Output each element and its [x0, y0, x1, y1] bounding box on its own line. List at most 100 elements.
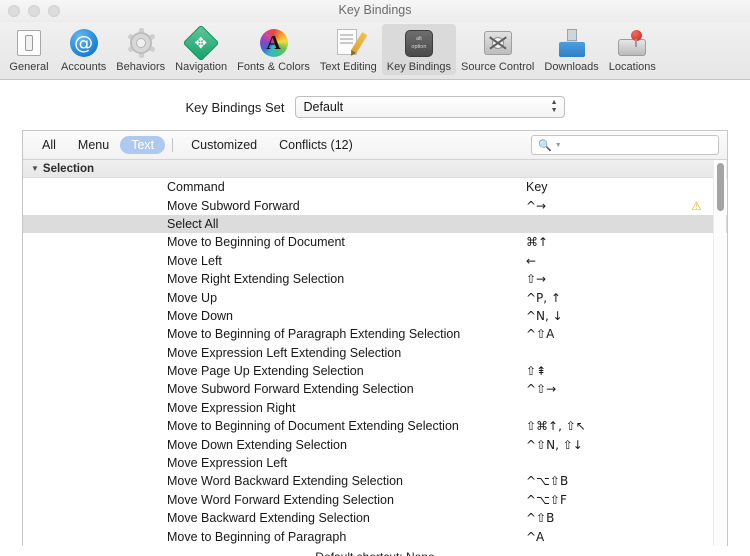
row-command: Move Subword Forward Extending Selection — [167, 382, 414, 397]
table-row[interactable]: Move Subword Forward ^→ ⚠ — [23, 196, 727, 214]
row-command: Move Expression Left Extending Selection — [167, 345, 402, 360]
chevron-down-icon[interactable]: ▼ — [555, 142, 562, 149]
row-key: ⌘↑ — [526, 235, 549, 250]
filter-tab-conflicts[interactable]: Conflicts (12) — [268, 136, 364, 154]
table-row[interactable]: Move to Beginning of Paragraph ^A — [23, 527, 727, 545]
key-bindings-set-row: Key Bindings Set Default ▲ ▼ — [0, 80, 750, 130]
key-bindings-icon: alt option — [403, 27, 435, 59]
footer-status: Default shortcut: None — [0, 545, 750, 556]
row-command: Move to Beginning of Paragraph — [167, 529, 347, 544]
filter-tab-menu[interactable]: Menu — [67, 136, 120, 154]
table-row[interactable]: Move Down Extending Selection ^⇧N, ⇧↓ — [23, 435, 727, 453]
table-row[interactable]: Move Expression Right — [23, 399, 727, 417]
row-key: ⇧→ — [526, 272, 547, 287]
column-header-command: Command — [167, 180, 225, 195]
locations-icon — [616, 27, 648, 59]
toolbar-label-accounts: Accounts — [61, 61, 107, 73]
table-row[interactable]: Select All — [23, 214, 727, 234]
row-command: Move Word Forward Extending Selection — [167, 492, 394, 507]
toolbar-item-general[interactable]: General — [2, 24, 56, 75]
search-input[interactable] — [564, 138, 712, 152]
chevron-updown-icon: ▲ ▼ — [550, 99, 558, 114]
row-key: ⇧⇞ — [526, 364, 547, 379]
filter-tab-text[interactable]: Text — [120, 136, 166, 154]
toolbar-label-behaviors: Behaviors — [116, 61, 166, 73]
toolbar-item-fonts-colors[interactable]: A Fonts & Colors — [232, 24, 315, 75]
general-icon — [13, 27, 45, 59]
row-command: Move Right Extending Selection — [167, 272, 345, 287]
table-row[interactable]: Move to Beginning of Document Extending … — [23, 417, 727, 435]
row-key: ^⌥⇧B — [526, 474, 569, 489]
preferences-window: Key Bindings General @ Accounts Behavior… — [0, 0, 750, 556]
table-row[interactable]: Move to Beginning of Paragraph Extending… — [23, 325, 727, 343]
window-titlebar: Key Bindings — [0, 0, 750, 22]
table-row[interactable]: Move Up ^P, ↑ — [23, 288, 727, 306]
toolbar-item-downloads[interactable]: Downloads — [539, 24, 603, 75]
source-control-icon — [482, 27, 514, 59]
key-icon-top-label: alt — [415, 35, 422, 42]
row-command: Move to Beginning of Paragraph Extending… — [167, 327, 461, 342]
row-key: ^N, ↓ — [526, 308, 563, 323]
row-key: ^⇧B — [526, 511, 555, 526]
filter-tab-customized[interactable]: Customized — [180, 136, 268, 154]
navigation-icon: ✥ — [182, 24, 220, 62]
key-bindings-set-value: Default — [303, 100, 344, 114]
row-command: Move to Beginning of Document Extending … — [167, 419, 459, 434]
group-header-label: Selection — [42, 162, 95, 175]
search-field[interactable]: 🔍 ▼ — [531, 135, 719, 155]
row-command: Move Word Backward Extending Selection — [167, 474, 403, 489]
toolbar-item-text-editing[interactable]: Text Editing — [315, 24, 382, 75]
row-command: Move Expression Right — [167, 400, 296, 415]
key-bindings-panel: All Menu Text Customized Conflicts (12) … — [22, 130, 728, 546]
key-bindings-set-popup[interactable]: Default ▲ ▼ — [294, 96, 565, 118]
toolbar-item-locations[interactable]: Locations — [604, 24, 661, 75]
bindings-list: ▼ Selection Command Key Move Subword For… — [23, 160, 727, 546]
toolbar-label-downloads: Downloads — [544, 61, 599, 73]
fonts-letter: A — [266, 32, 281, 54]
row-key: ^→ — [526, 198, 547, 213]
default-shortcut-text: Default shortcut: None — [315, 550, 434, 556]
group-header-selection[interactable]: ▼ Selection — [23, 160, 727, 178]
row-command: Move Backward Extending Selection — [167, 511, 370, 526]
toolbar-item-source-control[interactable]: Source Control — [456, 24, 539, 75]
row-key: ^⇧→ — [526, 382, 557, 397]
column-header-row: Command Key — [23, 178, 727, 196]
preferences-body: Key Bindings Set Default ▲ ▼ All Menu Tex… — [0, 80, 750, 556]
table-row[interactable]: Move Page Up Extending Selection ⇧⇞ — [23, 362, 727, 380]
row-command: Move Down Extending Selection — [167, 437, 347, 452]
toolbar-item-navigation[interactable]: ✥ Navigation — [170, 24, 232, 75]
downloads-icon — [556, 27, 588, 59]
table-row[interactable]: Move Left ← — [23, 252, 727, 270]
row-command: Move Down — [167, 308, 233, 323]
row-command: Move to Beginning of Document — [167, 235, 345, 250]
table-row[interactable]: Move Right Extending Selection ⇧→ — [23, 270, 727, 288]
window-title: Key Bindings — [338, 3, 412, 17]
toolbar-label-locations: Locations — [608, 61, 656, 73]
column-header-key: Key — [526, 180, 548, 195]
scrollbar-thumb[interactable] — [717, 163, 724, 211]
table-row[interactable]: Move Backward Extending Selection ^⇧B — [23, 509, 727, 527]
filter-separator — [172, 138, 174, 152]
key-icon-bottom-label: option — [411, 44, 427, 50]
vertical-scrollbar[interactable] — [713, 160, 726, 546]
table-row[interactable]: Move Expression Left — [23, 454, 727, 472]
toolbar-label-fonts-colors: Fonts & Colors — [237, 61, 310, 73]
filter-tab-all[interactable]: All — [31, 136, 67, 154]
preferences-toolbar: General @ Accounts Behaviors ✥ Navigatio… — [0, 22, 750, 80]
accounts-icon: @ — [68, 27, 100, 59]
toolbar-item-accounts[interactable]: @ Accounts — [56, 24, 111, 75]
table-row[interactable]: Move Subword Forward Extending Selection… — [23, 380, 727, 398]
row-command: Move Up — [167, 290, 218, 305]
toolbar-item-behaviors[interactable]: Behaviors — [111, 24, 170, 75]
table-row[interactable]: Move to Beginning of Document ⌘↑ — [23, 233, 727, 251]
table-row[interactable]: Move Word Backward Extending Selection ^… — [23, 472, 727, 490]
key-bindings-set-label: Key Bindings Set — [185, 99, 285, 115]
table-row[interactable]: Move Down ^N, ↓ — [23, 307, 727, 325]
row-key: ^⇧A — [526, 327, 555, 342]
table-row[interactable]: Move Word Forward Extending Selection ^⌥… — [23, 491, 727, 509]
fonts-colors-icon: A — [258, 27, 290, 59]
toolbar-item-key-bindings[interactable]: alt option Key Bindings — [381, 24, 456, 75]
warning-icon[interactable]: ⚠ — [691, 200, 702, 212]
table-row[interactable]: Move Expression Left Extending Selection — [23, 344, 727, 362]
disclosure-triangle-icon[interactable]: ▼ — [31, 164, 39, 173]
